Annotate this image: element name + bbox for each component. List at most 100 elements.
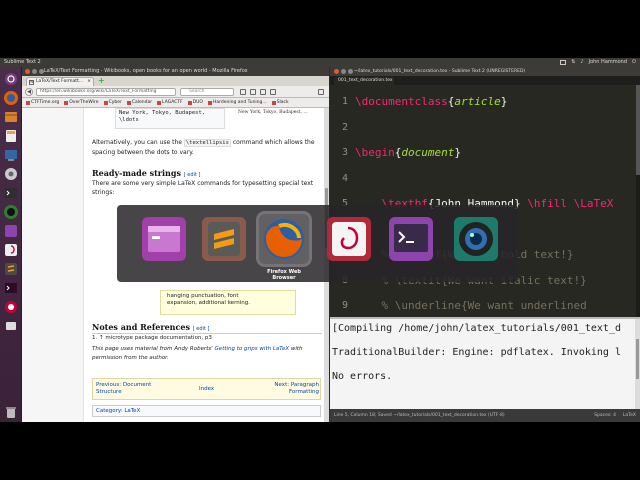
bookmark-item[interactable]: DUO (187, 100, 203, 105)
active-app-title: Sublime Text 2 (4, 59, 41, 65)
launcher-trash-icon[interactable] (3, 404, 19, 420)
home-icon[interactable] (270, 89, 276, 95)
sublime-titlebar: ~/latex_tutorials/001_text_decoration.te… (330, 67, 640, 76)
code-line[interactable]: \documentclass{article} (355, 95, 507, 108)
line-number: 2 (341, 121, 348, 133)
status-syntax[interactable]: LaTeX (623, 409, 636, 422)
code-token: \documentclass (355, 95, 448, 108)
launcher-firefox-icon[interactable] (3, 90, 19, 106)
bookmark-item[interactable]: LAGACTF (157, 100, 183, 105)
tab-latex-formatting[interactable]: W LaTeX/Text Formatt... × (26, 77, 94, 86)
scrollbar-thumb[interactable] (636, 85, 640, 175)
code-line[interactable]: % \underline{We want underlined (355, 299, 586, 312)
firefox-navigation-bar: ◀ https://en.wikibooks.org/wiki/LaTeX/Te… (22, 86, 329, 98)
user-name[interactable]: John Hammond (589, 58, 627, 67)
launcher-debian-2-icon[interactable] (3, 299, 19, 315)
unity-launcher (0, 67, 22, 422)
power-icon[interactable]: ⏻ (632, 58, 636, 67)
next-page-link[interactable]: Next: Paragraph Formatting (263, 382, 319, 396)
previous-page-link[interactable]: Previous: Document Structure (96, 382, 160, 396)
camera-icon[interactable] (451, 214, 501, 264)
code-block-ldots: New York, Tokyo, Budapest, \ldots (115, 108, 225, 129)
code-token: document (401, 146, 455, 159)
status-bar: Line 5, Column 18; Saved ~/latex_tutoria… (330, 409, 640, 422)
tab-close-icon[interactable]: × (87, 78, 91, 86)
console-line: TraditionalBuilder: Engine: pdflatex. In… (332, 347, 621, 358)
bookmark-item[interactable]: Hardening and Tuning... (207, 100, 267, 105)
search-input[interactable]: Search (180, 88, 234, 96)
build-output-panel: [Compiling /home/john/latex_tutorials/00… (330, 317, 640, 409)
minimize-icon[interactable] (32, 69, 37, 74)
sublime-text-icon[interactable] (199, 214, 249, 264)
download-icon[interactable] (260, 89, 266, 95)
console-line: [Compiling /home/john/latex_tutorials/00… (332, 323, 621, 334)
bookmark-item[interactable]: Slack (271, 100, 289, 105)
top-panel: Sublime Text 2 ⇅ ♪ John Hammond ⏻ (0, 58, 640, 67)
volume-icon[interactable]: ♪ (580, 58, 583, 67)
reference-item: 1. ↑ microtype package documentation, p3 (92, 335, 212, 341)
launcher-drive-icon[interactable] (3, 318, 19, 334)
back-button[interactable]: ◀ (25, 88, 33, 96)
attribution-link[interactable]: Getting to grips with LaTeX (215, 346, 290, 352)
launcher-sublime-icon[interactable] (3, 261, 19, 277)
edit-link[interactable]: [ edit ] (193, 326, 210, 332)
minimize-icon[interactable] (341, 69, 346, 74)
bookmark-icon (26, 100, 30, 105)
launcher-purple-app-icon[interactable] (3, 223, 19, 239)
category-link[interactable]: Category: LaTeX (96, 408, 140, 414)
launcher-debian-icon[interactable] (3, 242, 19, 258)
edit-link[interactable]: [ edit ] (184, 172, 201, 178)
bookmark-item[interactable]: Calendar (126, 100, 152, 105)
bookmark-icon (64, 100, 69, 105)
index-link[interactable]: Index (199, 386, 214, 393)
line-number: 3 (341, 147, 348, 158)
launcher-monitor-icon[interactable] (3, 147, 19, 163)
debian-icon[interactable] (324, 214, 374, 264)
network-icon[interactable]: ⇅ (571, 58, 575, 67)
launcher-app-icon[interactable] (3, 204, 19, 220)
terminal-icon[interactable] (386, 214, 436, 264)
scrollbar-thumb[interactable] (636, 339, 639, 379)
launcher-software-icon[interactable] (3, 128, 19, 144)
url-bar[interactable]: https://en.wikibooks.org/wiki/LaTeX/Text… (36, 88, 176, 96)
firefox-icon[interactable] (259, 214, 309, 264)
ready-made-strings-heading: Ready-made strings [ edit ] (92, 168, 201, 178)
firefox-tab-bar: W LaTeX/Text Formatt... × + (22, 76, 329, 86)
mail-icon[interactable] (560, 60, 567, 65)
bookmark-item[interactable]: CTFTime.org (26, 100, 59, 105)
wiki-sidebar (22, 108, 84, 422)
status-indentation[interactable]: Spaces: 4 (594, 409, 616, 422)
maximize-icon[interactable] (348, 69, 353, 74)
tip-box: hanging punctuation, font expansion, add… (160, 290, 296, 315)
files-icon[interactable] (139, 214, 189, 264)
reading-list-icon[interactable] (250, 89, 256, 95)
launcher-dash-icon[interactable] (3, 71, 19, 87)
bookmark-icon (103, 100, 108, 105)
maximize-icon[interactable] (39, 69, 44, 74)
code-editor[interactable]: 1 \documentclass{article} 2 3 \begin{documen… (330, 85, 640, 317)
rendered-output: New York, Tokyo, Budapest, ... (238, 110, 308, 115)
menu-icon[interactable] (318, 89, 324, 95)
editor-scrollbar[interactable] (636, 85, 640, 317)
star-icon[interactable] (240, 89, 246, 95)
launcher-terminal-2-icon[interactable] (3, 280, 19, 296)
new-tab-button[interactable]: + (98, 77, 105, 85)
launcher-terminal-icon[interactable] (3, 185, 19, 201)
tab-label: LaTeX/Text Formatt... (36, 79, 84, 84)
bookmark-item[interactable]: Cyber (103, 100, 122, 105)
code-token: } (454, 146, 461, 159)
close-icon[interactable] (334, 69, 339, 74)
attribution-text: This page uses material from Andy Robert… (92, 346, 303, 361)
close-icon[interactable] (25, 69, 30, 74)
bookmark-icon (207, 100, 212, 105)
sublime-window-title: ~/latex_tutorials/001_text_decoration.te… (354, 69, 526, 74)
bookmark-item[interactable]: OverTheWire (64, 100, 99, 105)
code-line[interactable]: \begin{document} (355, 146, 461, 159)
launcher-settings-icon[interactable] (3, 166, 19, 182)
tab-001-text-decoration[interactable]: 001_text_decoration.tex (334, 77, 394, 85)
ready-made-paragraph: There are some very simple LaTeX command… (92, 180, 314, 196)
console-line: No errors. (332, 371, 393, 382)
launcher-files-icon[interactable] (3, 109, 19, 125)
console-scrollbar[interactable] (635, 319, 640, 409)
